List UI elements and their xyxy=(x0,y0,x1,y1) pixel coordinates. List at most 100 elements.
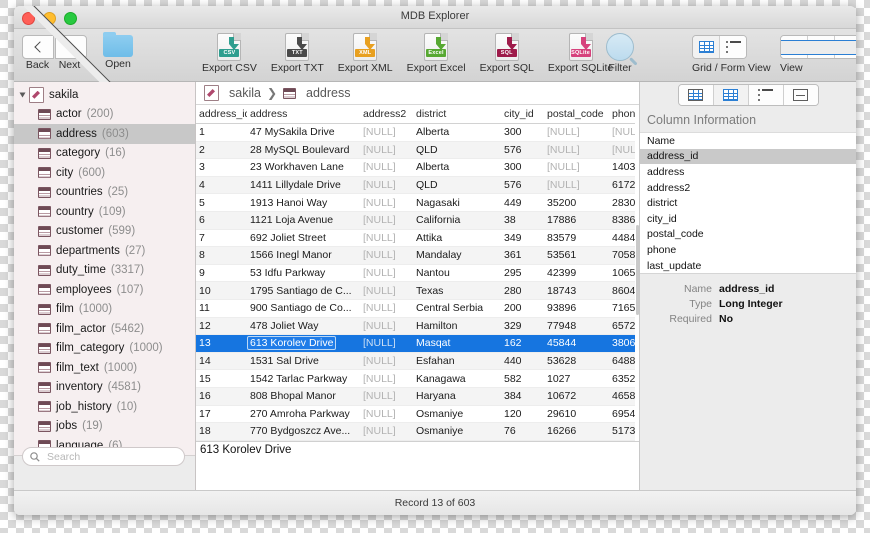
grid-scrollbar-thumb[interactable] xyxy=(636,225,639,315)
sidebar-item-film_category[interactable]: film_category (1000) xyxy=(14,339,195,359)
cell-city_id[interactable]: 295 xyxy=(501,264,544,283)
table-row[interactable]: 1 47 MySakila Drive [NULL] Alberta 300 [NULL]… xyxy=(196,123,639,142)
cell-city_id[interactable]: 384 xyxy=(501,387,544,406)
tab-record-info[interactable] xyxy=(748,85,784,105)
cell-address_id[interactable]: 8 xyxy=(196,246,247,265)
cell-address_id[interactable]: 3 xyxy=(196,158,247,177)
cell-address2[interactable]: [NULL] xyxy=(360,299,413,318)
sidebar-search[interactable] xyxy=(22,447,185,466)
sidebar-item-actor[interactable]: actor (200) xyxy=(14,105,195,125)
cell-address2[interactable]: [NULL] xyxy=(360,246,413,265)
cell-address[interactable]: 1795 Santiago de C... xyxy=(247,281,360,300)
cell-address[interactable]: 692 Joliet Street xyxy=(247,229,360,248)
cell-address2[interactable]: [NULL] xyxy=(360,264,413,283)
filter-button[interactable]: Filter xyxy=(606,33,634,74)
column-list-item-city_id[interactable]: city_id xyxy=(640,211,856,227)
cell-address[interactable]: 900 Santiago de Co... xyxy=(247,299,360,318)
column-list-item-phone[interactable]: phone xyxy=(640,242,856,258)
table-row[interactable]: 3 23 Workhaven Lane [NULL] Alberta 300 [NULL]… xyxy=(196,158,639,177)
cell-address2[interactable]: [NULL] xyxy=(360,229,413,248)
cell-city_id[interactable]: 38 xyxy=(501,211,544,230)
cell-district[interactable]: Mandalay xyxy=(413,246,501,265)
cell-address[interactable]: 1531 Sal Drive xyxy=(247,352,360,371)
sidebar-item-film_text[interactable]: film_text (1000) xyxy=(14,358,195,378)
column-list-item-postal_code[interactable]: postal_code xyxy=(640,227,856,243)
cell-postal_code[interactable]: 1027 xyxy=(544,369,609,388)
cell-district[interactable]: Masqat xyxy=(413,334,501,353)
cell-city_id[interactable]: 200 xyxy=(501,299,544,318)
cell-postal_code[interactable]: [NULL] xyxy=(544,176,609,195)
cell-postal_code[interactable]: 16266 xyxy=(544,422,609,441)
column-list-item-address2[interactable]: address2 xyxy=(640,180,856,196)
cell-postal_code[interactable]: 83579 xyxy=(544,229,609,248)
cell-address2[interactable]: [NULL] xyxy=(360,352,413,371)
cell-postal_code[interactable]: 10672 xyxy=(544,387,609,406)
cell-city_id[interactable]: 120 xyxy=(501,405,544,424)
cell-address_id[interactable]: 6 xyxy=(196,211,247,230)
cell-district[interactable]: Nagasaki xyxy=(413,193,501,212)
tab-table-info[interactable] xyxy=(678,85,714,105)
tab-column-width[interactable] xyxy=(783,85,818,105)
table-row[interactable]: 7 692 Joliet Street [NULL] Attika 349 83579 44… xyxy=(196,229,639,248)
export-button-sql[interactable]: SQL Export SQL xyxy=(480,33,534,74)
table-row[interactable]: 2 28 MySQL Boulevard [NULL] QLD 576 [NULL] [NU… xyxy=(196,141,639,160)
cell-district[interactable]: Alberta xyxy=(413,123,501,142)
column-header-postal_code[interactable]: postal_code xyxy=(544,105,609,124)
cell-address2[interactable]: [NULL] xyxy=(360,440,413,441)
cell-postal_code[interactable]: 72878 xyxy=(544,440,609,441)
cell-address_id[interactable]: 7 xyxy=(196,229,247,248)
cell-postal_code[interactable]: [NULL] xyxy=(544,158,609,177)
cell-postal_code[interactable]: 18743 xyxy=(544,281,609,300)
cell-address2[interactable]: [NULL] xyxy=(360,387,413,406)
sidebar-item-countries[interactable]: countries (25) xyxy=(14,183,195,203)
breadcrumb-database[interactable]: sakila xyxy=(204,85,261,101)
cell-address[interactable]: 770 Bydgoszcz Ave... xyxy=(247,422,360,441)
table-row[interactable]: 13 613 Korolev Drive [NULL] Masqat 162 45844 3… xyxy=(196,334,639,353)
cell-district[interactable]: QLD xyxy=(413,141,501,160)
cell-address_id[interactable]: 10 xyxy=(196,281,247,300)
table-row[interactable]: 9 53 Idfu Parkway [NULL] Nantou 295 42399 1065… xyxy=(196,264,639,283)
export-button-excel[interactable]: Excel Export Excel xyxy=(407,33,466,74)
cell-address_id[interactable]: 14 xyxy=(196,352,247,371)
cell-address2[interactable]: [NULL] xyxy=(360,193,413,212)
cell-postal_code[interactable]: [NULL] xyxy=(544,123,609,142)
cell-address_id[interactable]: 18 xyxy=(196,422,247,441)
column-list-item-address[interactable]: address xyxy=(640,164,856,180)
cell-postal_code[interactable]: 45844 xyxy=(544,334,609,353)
tab-column-info[interactable] xyxy=(713,85,749,105)
export-button-txt[interactable]: TXT Export TXT xyxy=(271,33,324,74)
cell-district[interactable]: California xyxy=(413,211,501,230)
grid-vertical-scrollbar[interactable] xyxy=(635,105,639,441)
column-list-item-address_id[interactable]: address_id xyxy=(640,148,856,165)
cell-address2[interactable]: [NULL] xyxy=(360,123,413,142)
column-list-item-last_update[interactable]: last_update xyxy=(640,258,856,274)
back-button[interactable] xyxy=(22,35,54,59)
cell-district[interactable]: Central Serbia xyxy=(413,299,501,318)
cell-address_id[interactable]: 4 xyxy=(196,176,247,195)
cell-address_id[interactable]: 13 xyxy=(196,334,247,353)
cell-address_id[interactable]: 5 xyxy=(196,193,247,212)
cell-city_id[interactable]: 361 xyxy=(501,246,544,265)
cell-postal_code[interactable]: [NULL] xyxy=(544,141,609,160)
search-input[interactable] xyxy=(45,449,177,464)
cell-postal_code[interactable]: 42399 xyxy=(544,264,609,283)
cell-address[interactable]: 1542 Tarlac Parkway xyxy=(247,369,360,388)
active-cell-editor[interactable]: 613 Korolev Drive xyxy=(247,336,337,351)
cell-postal_code[interactable]: 35200 xyxy=(544,193,609,212)
column-header-address2[interactable]: address2 xyxy=(360,105,413,124)
table-row[interactable]: 12 478 Joliet Way [NULL] Hamilton 329 77948 65… xyxy=(196,317,639,336)
cell-address2[interactable]: [NULL] xyxy=(360,141,413,160)
cell-district[interactable]: QLD xyxy=(413,176,501,195)
export-button-xml[interactable]: XML Export XML xyxy=(338,33,393,74)
cell-address_id[interactable]: 2 xyxy=(196,141,247,160)
cell-district[interactable]: Haryana xyxy=(413,387,501,406)
cell-editor[interactable]: 613 Korolev Drive xyxy=(196,441,639,490)
cell-address_id[interactable]: 17 xyxy=(196,405,247,424)
form-view-button[interactable] xyxy=(720,36,746,58)
cell-address[interactable]: 1411 Lillydale Drive xyxy=(247,176,360,195)
cell-address[interactable]: 28 MySQL Boulevard xyxy=(247,141,360,160)
sidebar-item-duty_time[interactable]: duty_time (3317) xyxy=(14,261,195,281)
cell-address2[interactable]: [NULL] xyxy=(360,158,413,177)
export-button-csv[interactable]: CSV Export CSV xyxy=(202,33,257,74)
next-button[interactable] xyxy=(14,6,150,127)
